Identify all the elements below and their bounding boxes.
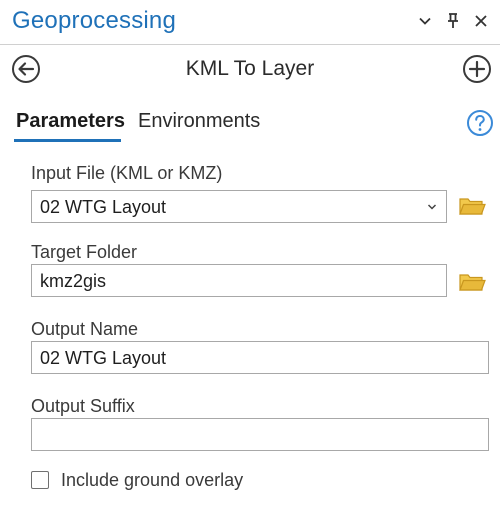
target-folder-value: kmz2gis [40, 271, 107, 291]
input-file-browse-button[interactable] [458, 194, 486, 218]
pin-icon [448, 13, 458, 28]
include-ground-overlay-checkbox[interactable] [31, 471, 49, 489]
input-file-value: 02 WTG Layout [40, 197, 167, 217]
close-pane-button[interactable] [470, 10, 492, 32]
output-suffix-label: Output Suffix [31, 396, 135, 416]
pin-button[interactable] [442, 10, 464, 32]
chevron-down-icon [419, 17, 431, 25]
pane-menu-button[interactable] [414, 10, 436, 32]
input-file-label: Input File (KML or KMZ) [31, 163, 223, 183]
folder-icon [459, 198, 486, 215]
target-folder-browse-button[interactable] [458, 270, 486, 294]
target-folder-label: Target Folder [31, 242, 138, 262]
target-folder-field[interactable]: kmz2gis [31, 264, 447, 297]
pane-header: Geoprocessing [0, 0, 500, 45]
help-button[interactable] [466, 109, 494, 137]
geoprocessing-pane: Geoprocessing KML To Layer Parameters En… [0, 0, 500, 529]
pane-title: Geoprocessing [12, 7, 177, 34]
include-ground-overlay-label[interactable]: Include ground overlay [61, 470, 243, 491]
output-name-value: 02 WTG Layout [40, 348, 167, 368]
tool-header: KML To Layer [0, 46, 500, 92]
output-suffix-field[interactable] [31, 418, 489, 451]
add-icon [463, 55, 491, 83]
folder-icon [459, 274, 486, 291]
tab-bar: Parameters Environments [0, 103, 500, 145]
input-file-dropdown[interactable]: 02 WTG Layout [31, 190, 447, 223]
param-output-name: Output Name 02 WTG Layout [0, 319, 500, 385]
param-target-folder: Target Folder kmz2gis [0, 242, 500, 308]
tab-environments[interactable]: Environments [138, 110, 260, 133]
param-output-suffix: Output Suffix [0, 396, 500, 462]
tab-parameters[interactable]: Parameters [16, 110, 125, 133]
tool-title: KML To Layer [185, 57, 315, 80]
help-icon [467, 110, 493, 136]
chevron-down-icon [427, 204, 437, 210]
add-button[interactable] [462, 54, 492, 84]
output-name-label: Output Name [31, 319, 139, 339]
active-tab-indicator [14, 139, 121, 142]
output-name-field[interactable]: 02 WTG Layout [31, 341, 489, 374]
close-icon [475, 15, 487, 27]
include-ground-overlay-row: Include ground overlay [31, 470, 331, 494]
param-input-file: Input File (KML or KMZ) 02 WTG Layout [0, 163, 500, 229]
